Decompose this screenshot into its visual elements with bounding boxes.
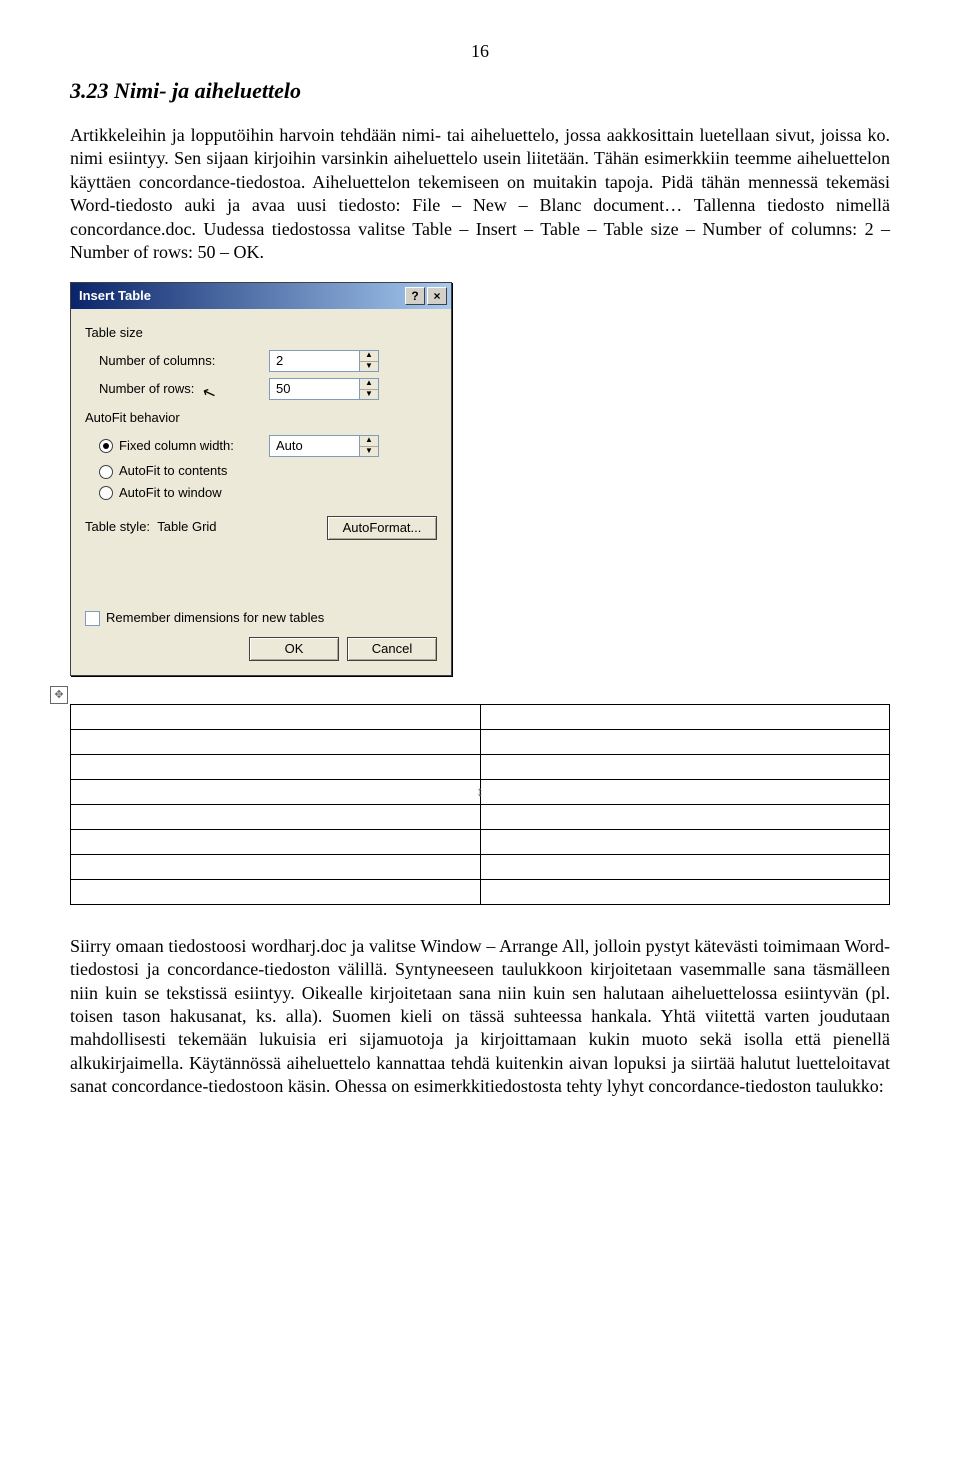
doc-table-preview: ✥ ↕ bbox=[70, 704, 890, 905]
table-row[interactable] bbox=[71, 729, 890, 754]
radio-autofit-window[interactable] bbox=[99, 486, 113, 500]
table-move-handle-icon[interactable]: ✥ bbox=[50, 686, 68, 704]
blank-table[interactable] bbox=[70, 704, 890, 905]
table-row[interactable] bbox=[71, 704, 890, 729]
paragraph-1: Artikkeleihin ja lopputöihin harvoin teh… bbox=[70, 124, 890, 264]
ok-button[interactable]: OK bbox=[249, 637, 339, 661]
paragraph-2: Siirry omaan tiedostoosi wordharj.doc ja… bbox=[70, 935, 890, 1099]
columns-input[interactable]: 2 ▲ ▼ bbox=[269, 350, 379, 372]
fixed-width-value[interactable]: Auto bbox=[269, 435, 359, 457]
radio-autofit-contents[interactable] bbox=[99, 465, 113, 479]
spin-down-icon[interactable]: ▼ bbox=[360, 447, 378, 457]
label-autofit-window: AutoFit to window bbox=[119, 485, 222, 502]
fixed-width-input[interactable]: Auto ▲ ▼ bbox=[269, 435, 379, 457]
cursor-icon: ↖ bbox=[200, 383, 220, 407]
label-autofit-contents: AutoFit to contents bbox=[119, 463, 227, 480]
table-row[interactable] bbox=[71, 829, 890, 854]
close-icon[interactable]: × bbox=[427, 287, 447, 305]
label-remember: Remember dimensions for new tables bbox=[106, 610, 324, 627]
remember-checkbox[interactable] bbox=[85, 611, 100, 626]
dialog-titlebar: Insert Table ? × bbox=[71, 283, 451, 309]
group-autofit: AutoFit behavior bbox=[85, 410, 437, 427]
help-icon[interactable]: ? bbox=[405, 287, 425, 305]
group-table-size: Table size bbox=[85, 325, 437, 342]
columns-value[interactable]: 2 bbox=[269, 350, 359, 372]
dialog-title: Insert Table bbox=[79, 288, 151, 305]
label-columns: Number of columns: bbox=[85, 353, 269, 370]
autoformat-button[interactable]: AutoFormat... bbox=[327, 516, 437, 540]
rows-value[interactable]: 50 bbox=[269, 378, 359, 400]
label-table-style: Table style: Table Grid bbox=[85, 519, 217, 536]
rows-input[interactable]: 50 ▲ ▼ bbox=[269, 378, 379, 400]
cancel-button[interactable]: Cancel bbox=[347, 637, 437, 661]
spin-down-icon[interactable]: ▼ bbox=[360, 390, 378, 400]
section-heading: 3.23 Nimi- ja aiheluettelo bbox=[70, 77, 890, 106]
spin-down-icon[interactable]: ▼ bbox=[360, 362, 378, 372]
table-row[interactable] bbox=[71, 754, 890, 779]
table-row[interactable] bbox=[71, 854, 890, 879]
label-rows: Number of rows: ↖ bbox=[85, 381, 269, 398]
row-resize-icon[interactable]: ↕ bbox=[477, 784, 484, 802]
insert-table-dialog: Insert Table ? × Table size Number of co… bbox=[70, 282, 452, 675]
page-number: 16 bbox=[70, 40, 890, 63]
table-row[interactable] bbox=[71, 879, 890, 904]
table-row[interactable] bbox=[71, 804, 890, 829]
label-fixed-width: Fixed column width: bbox=[119, 438, 234, 455]
radio-fixed[interactable] bbox=[99, 439, 113, 453]
